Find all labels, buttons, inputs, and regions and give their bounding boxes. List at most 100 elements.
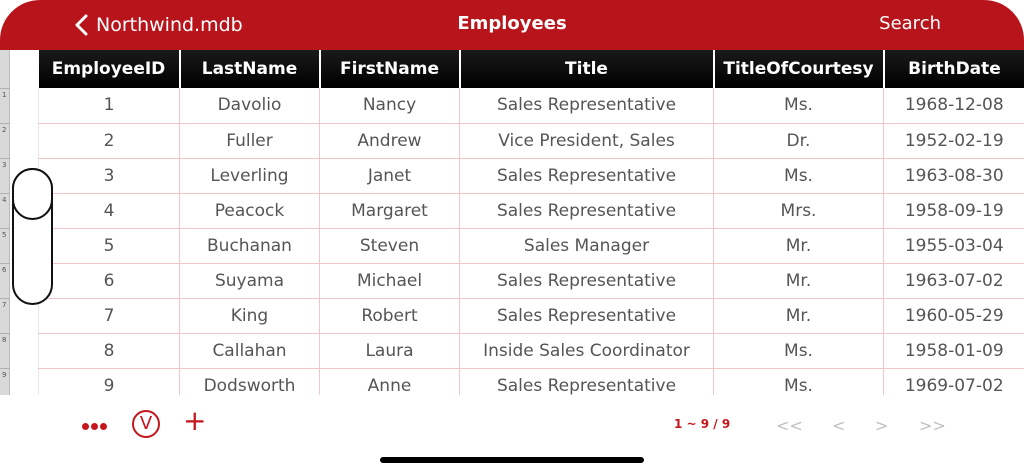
cell-lastname[interactable]: King xyxy=(179,298,320,334)
cell-titleofcourtesy[interactable]: Ms. xyxy=(713,333,884,369)
cell-employeeid[interactable]: 2 xyxy=(38,123,180,159)
cell-titleofcourtesy[interactable]: Mr. xyxy=(713,298,884,334)
cell-birthdate[interactable]: 1952-02-19 xyxy=(883,123,1024,159)
cell-lastname[interactable]: Peacock xyxy=(179,193,320,229)
gutter-divider xyxy=(0,333,10,334)
cell-titleofcourtesy[interactable]: Ms. xyxy=(713,158,884,194)
gutter-row-number: 2 xyxy=(2,126,7,134)
scroll-handle-knob[interactable] xyxy=(12,168,53,220)
table-row[interactable]: 3 Leverling Janet Sales Representative Ms. 19… xyxy=(38,158,1024,194)
last-page-button[interactable]: >> xyxy=(919,416,946,435)
cell-birthdate[interactable]: 1960-05-29 xyxy=(883,298,1024,334)
view-button[interactable]: V xyxy=(132,410,160,438)
cell-employeeid[interactable]: 3 xyxy=(38,158,180,194)
gutter-divider xyxy=(0,158,10,159)
table-row[interactable]: 5 Buchanan Steven Sales Manager Mr. 1955-03-0… xyxy=(38,228,1024,264)
more-options-button[interactable] xyxy=(82,417,109,433)
employees-table: EmployeeID LastName FirstName Title Titl… xyxy=(38,50,1024,395)
gutter-divider xyxy=(0,263,10,264)
cell-titleofcourtesy[interactable]: Ms. xyxy=(713,368,884,395)
gutter-row-number: 1 xyxy=(2,91,7,99)
column-header-lastname[interactable]: LastName xyxy=(178,50,320,88)
cell-firstname[interactable]: Michael xyxy=(319,263,460,299)
gutter-row-number: 6 xyxy=(2,266,7,274)
cell-firstname[interactable]: Janet xyxy=(319,158,460,194)
cell-title[interactable]: Sales Representative xyxy=(459,88,714,124)
cell-firstname[interactable]: Steven xyxy=(319,228,460,264)
cell-birthdate[interactable]: 1963-07-02 xyxy=(883,263,1024,299)
cell-employeeid[interactable]: 4 xyxy=(38,193,180,229)
page-info: 1 ~ 9 / 9 xyxy=(674,417,731,431)
gutter-divider xyxy=(0,193,10,194)
cell-employeeid[interactable]: 6 xyxy=(38,263,180,299)
gutter-divider xyxy=(0,298,10,299)
cell-birthdate[interactable]: 1958-09-19 xyxy=(883,193,1024,229)
column-header-birthdate[interactable]: BirthDate xyxy=(882,50,1024,88)
table-row[interactable]: 1 Davolio Nancy Sales Representative Ms. 1968… xyxy=(38,88,1024,124)
gutter-row-number: 7 xyxy=(2,301,7,309)
scroll-handle[interactable] xyxy=(12,168,53,305)
cell-firstname[interactable]: Robert xyxy=(319,298,460,334)
header-row: EmployeeID LastName FirstName Title Titl… xyxy=(38,50,1024,88)
more-dot-icon xyxy=(100,423,107,430)
search-button[interactable]: Search xyxy=(879,13,941,34)
cell-firstname[interactable]: Nancy xyxy=(319,88,460,124)
column-header-title[interactable]: Title xyxy=(458,50,714,88)
row-number-gutter: 1 2 3 4 5 6 7 8 9 xyxy=(0,50,10,395)
table-row[interactable]: 7 King Robert Sales Representative Mr. 1960-0… xyxy=(38,298,1024,334)
cell-firstname[interactable]: Margaret xyxy=(319,193,460,229)
cell-lastname[interactable]: Fuller xyxy=(179,123,320,159)
cell-title[interactable]: Sales Representative xyxy=(459,368,714,395)
next-page-button[interactable]: > xyxy=(875,416,888,435)
cell-title[interactable]: Sales Representative xyxy=(459,158,714,194)
table-row[interactable]: 2 Fuller Andrew Vice President, Sales Dr. 195… xyxy=(38,123,1024,159)
cell-titleofcourtesy[interactable]: Mr. xyxy=(713,263,884,299)
cell-firstname[interactable]: Andrew xyxy=(319,123,460,159)
cell-birthdate[interactable]: 1969-07-02 xyxy=(883,368,1024,395)
cell-lastname[interactable]: Buchanan xyxy=(179,228,320,264)
gutter-row-number: 9 xyxy=(2,371,7,379)
table-row[interactable]: 9 Dodsworth Anne Sales Representative Ms. 196… xyxy=(38,368,1024,395)
column-header-firstname[interactable]: FirstName xyxy=(318,50,460,88)
gutter-row-number: 8 xyxy=(2,336,7,344)
cell-titleofcourtesy[interactable]: Dr. xyxy=(713,123,884,159)
cell-employeeid[interactable]: 9 xyxy=(38,368,180,395)
cell-employeeid[interactable]: 5 xyxy=(38,228,180,264)
cell-title[interactable]: Sales Representative xyxy=(459,298,714,334)
cell-birthdate[interactable]: 1958-01-09 xyxy=(883,333,1024,369)
cell-titleofcourtesy[interactable]: Mr. xyxy=(713,228,884,264)
cell-employeeid[interactable]: 1 xyxy=(38,88,180,124)
prev-page-button[interactable]: < xyxy=(832,416,845,435)
cell-employeeid[interactable]: 8 xyxy=(38,333,180,369)
add-record-button[interactable]: + xyxy=(183,407,206,435)
cell-lastname[interactable]: Davolio xyxy=(179,88,320,124)
cell-title[interactable]: Inside Sales Coordinator xyxy=(459,333,714,369)
column-header-employeeid[interactable]: EmployeeID xyxy=(38,50,180,88)
more-dot-icon xyxy=(82,423,89,430)
column-header-titleofcourtesy[interactable]: TitleOfCourtesy xyxy=(712,50,884,88)
cell-firstname[interactable]: Anne xyxy=(319,368,460,395)
cell-titleofcourtesy[interactable]: Ms. xyxy=(713,88,884,124)
cell-birthdate[interactable]: 1955-03-04 xyxy=(883,228,1024,264)
first-page-button[interactable]: << xyxy=(776,416,803,435)
cell-lastname[interactable]: Callahan xyxy=(179,333,320,369)
cell-employeeid[interactable]: 7 xyxy=(38,298,180,334)
cell-title[interactable]: Vice President, Sales xyxy=(459,123,714,159)
cell-lastname[interactable]: Suyama xyxy=(179,263,320,299)
cell-title[interactable]: Sales Representative xyxy=(459,263,714,299)
home-indicator[interactable] xyxy=(380,457,644,463)
table-row[interactable]: 4 Peacock Margaret Sales Representative Mrs.… xyxy=(38,193,1024,229)
gutter-divider xyxy=(0,368,10,369)
cell-title[interactable]: Sales Representative xyxy=(459,193,714,229)
table-row[interactable]: 6 Suyama Michael Sales Representative Mr. 196… xyxy=(38,263,1024,299)
page-title: Employees xyxy=(457,13,567,34)
cell-birthdate[interactable]: 1963-08-30 xyxy=(883,158,1024,194)
cell-firstname[interactable]: Laura xyxy=(319,333,460,369)
cell-lastname[interactable]: Leverling xyxy=(179,158,320,194)
table-row[interactable]: 8 Callahan Laura Inside Sales Coordinator Ms… xyxy=(38,333,1024,369)
cell-birthdate[interactable]: 1968-12-08 xyxy=(883,88,1024,124)
cell-titleofcourtesy[interactable]: Mrs. xyxy=(713,193,884,229)
data-grid: EmployeeID LastName FirstName Title Titl… xyxy=(38,50,1024,395)
cell-title[interactable]: Sales Manager xyxy=(459,228,714,264)
cell-lastname[interactable]: Dodsworth xyxy=(179,368,320,395)
